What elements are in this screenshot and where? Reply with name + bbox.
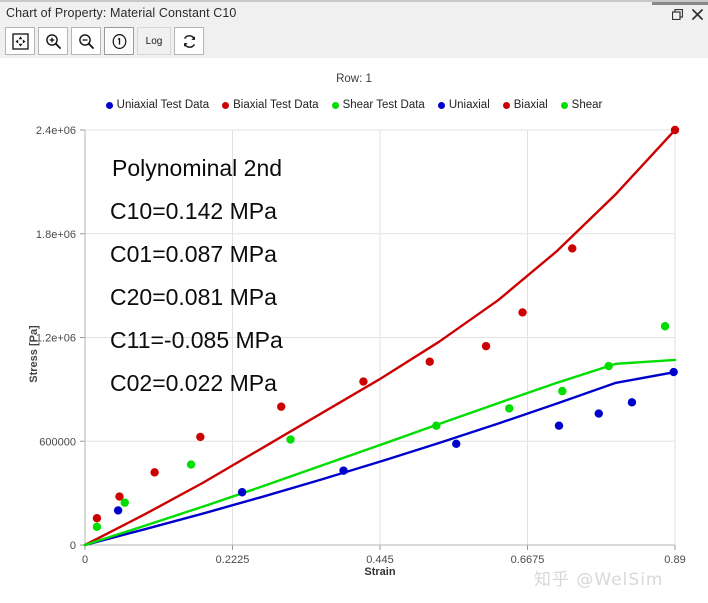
restore-icon[interactable] bbox=[668, 5, 686, 23]
window-title: Chart of Property: Material Constant C10 bbox=[6, 6, 237, 20]
x-tick-label: 0.89 bbox=[664, 554, 685, 566]
data-point bbox=[359, 377, 368, 386]
x-tick-label: 0.445 bbox=[366, 554, 394, 566]
data-point bbox=[604, 361, 613, 371]
annotation-line: C10=0.142 MPa bbox=[110, 198, 277, 224]
data-point bbox=[627, 398, 637, 407]
log-scale-button[interactable]: Log bbox=[137, 27, 171, 55]
data-point bbox=[432, 421, 441, 430]
data-point bbox=[594, 409, 603, 418]
info-icon bbox=[112, 33, 126, 49]
data-point bbox=[558, 386, 567, 396]
plot-region[interactable]: 0 600000 1.2e+06 1.8e+06 2.4e+06 0 0.2225 0.445… bbox=[0, 58, 708, 603]
data-point bbox=[660, 322, 670, 331]
data-point bbox=[92, 514, 102, 523]
annotation-line: C01=0.087 MPa bbox=[110, 241, 277, 267]
annotation-line: Polynominal 2nd bbox=[112, 155, 283, 181]
refresh-button[interactable] bbox=[174, 27, 204, 55]
data-point bbox=[505, 404, 514, 413]
y-tick-label: 0 bbox=[70, 540, 76, 552]
zoom-in-icon bbox=[45, 33, 61, 49]
refresh-icon bbox=[183, 34, 195, 48]
y-tick-label: 1.2e+06 bbox=[36, 333, 76, 345]
data-point bbox=[481, 341, 491, 351]
plot-svg: 0 600000 1.2e+06 1.8e+06 2.4e+06 0 0.2225 0.445… bbox=[36, 125, 686, 566]
annotation-line: C20=0.081 MPa bbox=[110, 284, 277, 310]
data-point bbox=[670, 125, 680, 135]
chart-window: Chart of Property: Material Constant C10 bbox=[0, 0, 708, 603]
watermark: 知乎 @WelSim bbox=[534, 570, 664, 590]
chart-area: Row: 1 Uniaxial Test Data Biaxial Test Da… bbox=[0, 58, 708, 603]
data-point bbox=[669, 367, 678, 377]
y-tick-label: 2.4e+06 bbox=[36, 125, 76, 137]
y-tick-label: 600000 bbox=[39, 436, 76, 448]
data-point bbox=[120, 498, 129, 507]
annotation-line: C11=-0.085 MPa bbox=[110, 327, 283, 353]
data-point bbox=[92, 522, 102, 532]
zoom-out-button[interactable] bbox=[71, 27, 101, 55]
chart-toolbar: Log bbox=[0, 24, 708, 58]
zoom-out-icon bbox=[78, 33, 94, 49]
data-point bbox=[452, 439, 461, 449]
data-point bbox=[286, 435, 295, 444]
data-point bbox=[518, 308, 527, 317]
y-axis-title: Stress [Pa] bbox=[28, 325, 40, 383]
close-icon[interactable] bbox=[688, 5, 706, 23]
data-point bbox=[554, 421, 564, 430]
data-point bbox=[568, 244, 577, 253]
zoom-in-button[interactable] bbox=[38, 27, 68, 55]
data-point bbox=[196, 432, 205, 442]
info-button[interactable] bbox=[104, 27, 134, 55]
data-point bbox=[339, 466, 348, 475]
log-scale-label: Log bbox=[145, 35, 163, 47]
annotation-line: C02=0.022 MPa bbox=[110, 370, 277, 396]
data-point bbox=[277, 402, 286, 411]
data-point bbox=[237, 488, 247, 497]
fit-to-window-button[interactable] bbox=[5, 27, 35, 55]
fit-icon bbox=[11, 32, 29, 50]
data-point bbox=[425, 357, 434, 366]
data-point bbox=[150, 468, 159, 477]
x-tick-label: 0.2225 bbox=[216, 554, 250, 566]
y-tick-label: 1.8e+06 bbox=[36, 229, 76, 241]
x-tick-label: 0 bbox=[82, 554, 88, 566]
title-bar: Chart of Property: Material Constant C10 bbox=[0, 0, 708, 24]
data-point bbox=[186, 460, 196, 469]
data-point bbox=[113, 506, 123, 515]
